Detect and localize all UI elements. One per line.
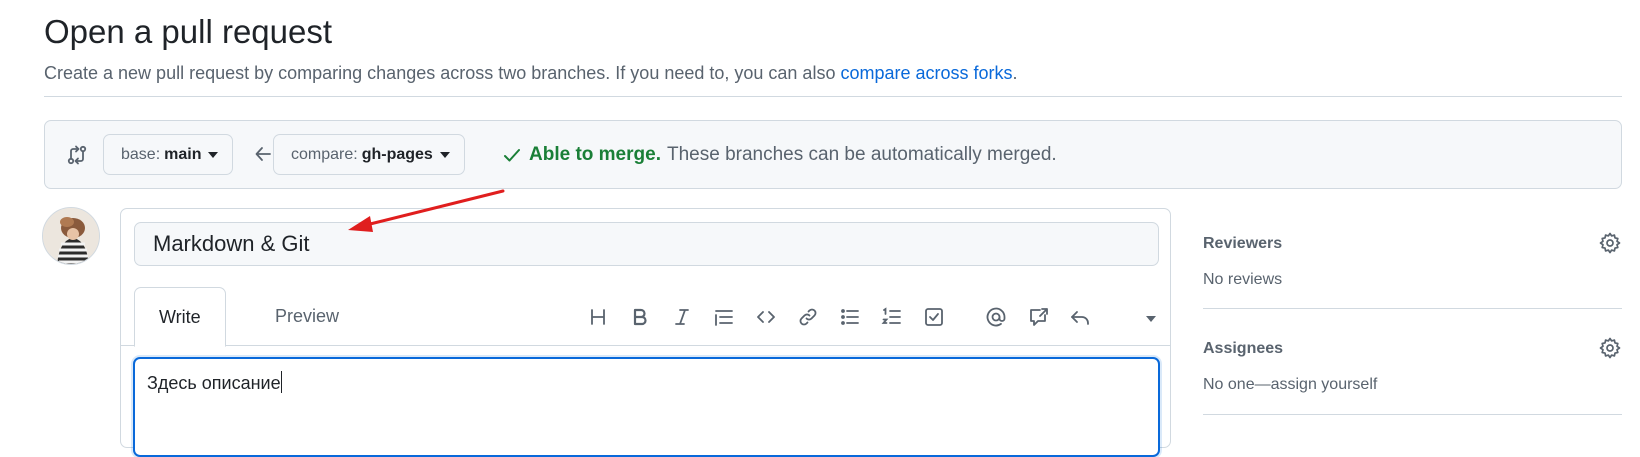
reference-icon[interactable] <box>1027 306 1049 328</box>
unordered-list-icon[interactable] <box>839 306 861 328</box>
description-textarea[interactable]: Здесь описание <box>133 357 1160 457</box>
page-title: Open a pull request <box>44 13 333 50</box>
merge-status: Able to merge. These branches can be aut… <box>501 143 1057 167</box>
tab-preview[interactable]: Preview <box>251 287 363 346</box>
compare-branch-name: gh-pages <box>361 145 433 163</box>
title-input[interactable]: Markdown & Git <box>134 222 1159 266</box>
compare-bar: base: main compare: gh-pages Able to merge… <box>44 120 1622 189</box>
heading-icon[interactable] <box>587 306 609 328</box>
sidebar-divider <box>1203 308 1622 309</box>
merge-ok-text: Able to merge. <box>529 144 661 165</box>
chevron-down-icon <box>208 151 219 158</box>
compare-across-forks-link[interactable]: compare across forks <box>840 63 1012 83</box>
assignees-title[interactable]: Assignees <box>1203 340 1283 358</box>
editor-tabs: Write Preview <box>121 287 1170 347</box>
compare-branch-prefix: compare: <box>291 145 358 163</box>
page-subtitle: Create a new pull request by comparing c… <box>44 60 1018 86</box>
subtitle-text: Create a new pull request by comparing c… <box>44 63 841 83</box>
text-cursor <box>280 371 282 393</box>
check-icon <box>501 144 523 166</box>
description-text: Здесь описание <box>147 373 281 393</box>
reviewers-value: No reviews <box>1203 271 1283 288</box>
chevron-down-icon[interactable] <box>1146 316 1156 322</box>
header-divider <box>44 96 1622 97</box>
sidebar-divider <box>1203 414 1622 415</box>
git-compare-icon <box>65 143 89 167</box>
assignees-value[interactable]: No one—assign yourself <box>1203 376 1377 394</box>
reviewers-title[interactable]: Reviewers <box>1203 235 1282 253</box>
code-icon[interactable] <box>755 306 777 328</box>
gear-icon[interactable] <box>1598 231 1622 255</box>
chevron-down-icon <box>439 151 450 158</box>
avatar[interactable] <box>42 207 100 265</box>
task-list-icon[interactable] <box>923 306 945 328</box>
mention-icon[interactable] <box>985 306 1007 328</box>
pull-request-form: Markdown & Git Write Preview Здесь описа… <box>120 208 1171 457</box>
merge-detail-text: These branches can be automatically merg… <box>666 144 1057 165</box>
base-branch-prefix: base: <box>121 145 161 163</box>
ordered-list-icon[interactable] <box>881 306 903 328</box>
subtitle-end: . <box>1012 63 1018 83</box>
arrow-left-icon <box>253 143 273 165</box>
compare-branch-select[interactable]: compare: gh-pages <box>273 134 465 175</box>
italic-icon[interactable] <box>671 306 693 328</box>
saved-replies-icon[interactable] <box>1069 306 1091 328</box>
quote-icon[interactable] <box>713 306 735 328</box>
bold-icon[interactable] <box>629 306 651 328</box>
link-icon[interactable] <box>797 306 819 328</box>
tab-write[interactable]: Write <box>134 287 226 347</box>
base-branch-select[interactable]: base: main <box>103 134 234 175</box>
gear-icon[interactable] <box>1598 336 1622 360</box>
base-branch-name: main <box>164 145 202 163</box>
